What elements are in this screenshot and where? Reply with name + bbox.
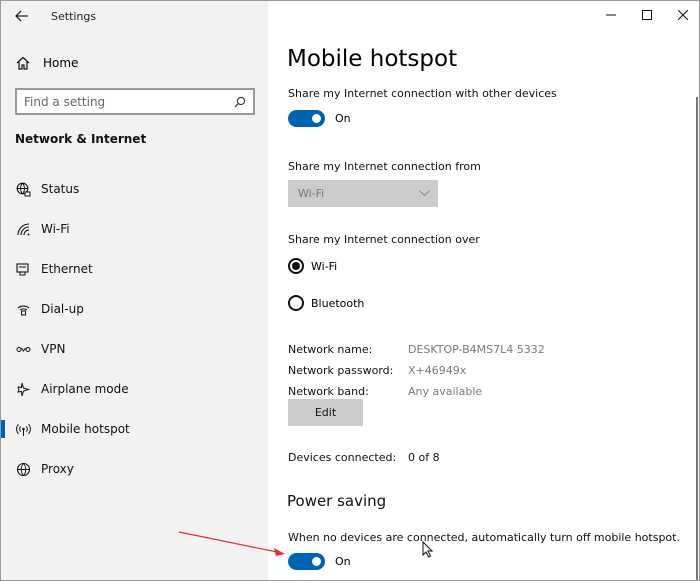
home-label: Home — [43, 56, 79, 70]
wifi-icon — [15, 221, 31, 237]
radio-bluetooth-label: Bluetooth — [311, 296, 365, 310]
sidebar-item-airplane[interactable]: Airplane mode — [1, 369, 268, 409]
sidebar-item-label: Status — [41, 182, 80, 196]
devices-label: Devices connected: — [288, 451, 397, 464]
over-label: Share my Internet connection over — [288, 233, 480, 246]
network-info: Network name: DESKTOP-B4MS7L4 5332 Netwo… — [288, 339, 545, 402]
back-button[interactable] — [1, 1, 43, 31]
dialup-icon — [15, 301, 31, 317]
power-toggle-row: On — [288, 553, 351, 570]
main-panel: Mobile hotspot Share my Internet connect… — [268, 1, 699, 580]
maximize-button[interactable] — [629, 1, 665, 29]
devices-row: Devices connected: 0 of 8 — [288, 447, 440, 468]
sidebar-item-label: Proxy — [41, 462, 74, 476]
minimize-icon — [606, 14, 616, 16]
sidebar-item-label: Mobile hotspot — [41, 422, 130, 436]
sidebar-item-label: Wi-Fi — [41, 222, 70, 236]
close-button[interactable] — [665, 1, 699, 29]
chevron-down-icon — [419, 190, 430, 197]
sidebar: Settings Home Network & Internet Status … — [1, 1, 268, 580]
globe-icon — [15, 461, 31, 477]
sidebar-item-proxy[interactable]: Proxy — [1, 449, 268, 489]
network-band-label: Network band: — [288, 385, 369, 398]
mouse-cursor-icon — [422, 541, 434, 558]
share-toggle-row: On — [288, 110, 351, 127]
radio-bluetooth[interactable] — [288, 295, 304, 311]
from-dropdown-value: Wi-Fi — [298, 187, 325, 200]
airplane-icon — [15, 381, 31, 397]
share-label: Share my Internet connection with other … — [288, 87, 557, 100]
radio-wifi[interactable] — [288, 258, 304, 274]
sidebar-item-label: Airplane mode — [41, 382, 129, 396]
title-bar: Settings — [1, 1, 268, 31]
power-saving-title: Power saving — [287, 492, 387, 510]
sidebar-item-label: Ethernet — [41, 262, 93, 276]
sidebar-nav: Status Wi-Fi Ethernet Dial-up VPN Airpla… — [1, 169, 268, 489]
page-title: Mobile hotspot — [287, 46, 458, 72]
power-saving-desc: When no devices are connected, automatic… — [288, 531, 680, 544]
network-password-value: X+46949x — [408, 364, 467, 377]
radio-option-wifi[interactable]: Wi-Fi — [288, 258, 337, 274]
home-nav[interactable]: Home — [15, 53, 78, 73]
sidebar-item-label: VPN — [41, 342, 66, 356]
search-input[interactable] — [17, 94, 227, 109]
search-box — [15, 88, 255, 115]
back-arrow-icon — [15, 10, 28, 22]
from-dropdown[interactable]: Wi-Fi — [288, 180, 438, 207]
sidebar-item-status[interactable]: Status — [1, 169, 268, 209]
sidebar-item-label: Dial-up — [41, 302, 84, 316]
maximize-icon — [642, 10, 652, 20]
share-toggle[interactable] — [288, 110, 325, 127]
sidebar-item-vpn[interactable]: VPN — [1, 329, 268, 369]
settings-window: Settings Home Network & Internet Status … — [0, 0, 700, 581]
sidebar-item-ethernet[interactable]: Ethernet — [1, 249, 268, 289]
radio-option-bluetooth[interactable]: Bluetooth — [288, 295, 364, 311]
power-toggle-state: On — [335, 555, 351, 568]
globe-status-icon — [15, 181, 31, 197]
network-name-row: Network name: DESKTOP-B4MS7L4 5332 — [288, 339, 545, 360]
share-toggle-state: On — [335, 112, 351, 125]
network-password-label: Network password: — [288, 364, 394, 377]
home-icon — [16, 56, 30, 70]
hotspot-icon — [15, 421, 31, 437]
vpn-icon — [15, 341, 31, 357]
network-name-label: Network name: — [288, 343, 373, 356]
ethernet-icon — [15, 261, 31, 277]
scrollbar[interactable] — [696, 97, 698, 580]
sidebar-item-dialup[interactable]: Dial-up — [1, 289, 268, 329]
window-controls — [593, 1, 699, 31]
search-icon[interactable] — [227, 90, 253, 113]
network-band-value: Any available — [408, 385, 483, 398]
network-name-value: DESKTOP-B4MS7L4 5332 — [408, 343, 545, 356]
close-icon — [678, 10, 688, 20]
section-title: Network & Internet — [15, 132, 147, 146]
minimize-button[interactable] — [593, 1, 629, 29]
devices-value: 0 of 8 — [408, 451, 440, 464]
sidebar-item-mobile-hotspot[interactable]: Mobile hotspot — [1, 409, 268, 449]
radio-wifi-label: Wi-Fi — [311, 259, 338, 273]
sidebar-item-wifi[interactable]: Wi-Fi — [1, 209, 268, 249]
network-password-row: Network password: X+46949x — [288, 360, 545, 381]
power-toggle[interactable] — [288, 553, 325, 570]
app-title: Settings — [51, 9, 97, 23]
from-label: Share my Internet connection from — [288, 160, 481, 173]
edit-button[interactable]: Edit — [288, 399, 363, 426]
